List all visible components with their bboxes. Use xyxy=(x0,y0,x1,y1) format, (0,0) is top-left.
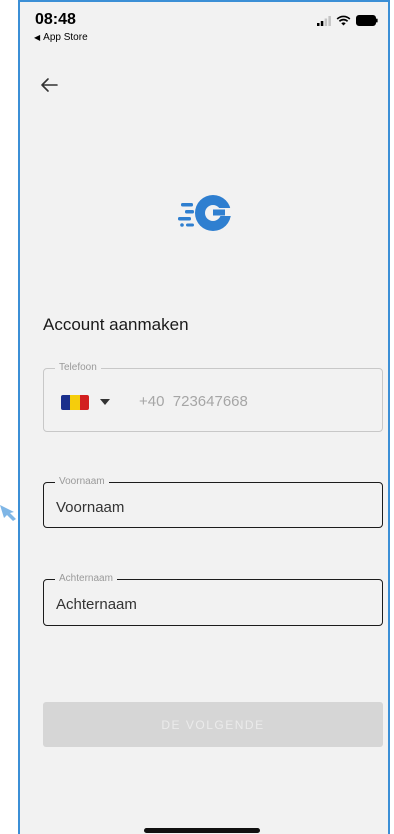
back-triangle-icon: ◀ xyxy=(34,33,41,42)
back-to-app-link[interactable]: ◀ App Store xyxy=(34,32,88,43)
first-name-field: Voornaam xyxy=(43,476,383,528)
status-time: 08:48 xyxy=(35,11,76,28)
first-name-input[interactable] xyxy=(56,497,356,517)
last-name-input[interactable] xyxy=(56,594,356,614)
signal-icon xyxy=(317,15,331,26)
last-name-field: Achternaam xyxy=(43,573,383,626)
back-app-label: App Store xyxy=(43,32,88,43)
wifi-icon xyxy=(336,15,351,26)
battery-icon xyxy=(356,15,378,26)
home-indicator[interactable] xyxy=(144,828,260,833)
next-button[interactable]: DE VOLGENDE xyxy=(43,702,383,747)
last-name-label: Achternaam xyxy=(55,573,117,584)
page-title: Account aanmaken xyxy=(43,315,189,334)
annotation-arrow-icon xyxy=(0,505,16,521)
first-name-label: Voornaam xyxy=(55,476,109,487)
phone-screen: 08:48 ◀ App Store Account aanmaken Telef… xyxy=(18,0,390,834)
phone-field-label: Telefoon xyxy=(55,362,101,373)
status-icons xyxy=(317,15,378,26)
back-arrow-icon[interactable] xyxy=(38,74,60,96)
romania-flag-icon[interactable] xyxy=(61,395,89,410)
phone-input[interactable] xyxy=(139,391,359,411)
app-logo-icon xyxy=(178,195,232,231)
phone-field: Telefoon xyxy=(43,362,383,432)
country-dropdown-icon[interactable] xyxy=(100,399,110,405)
